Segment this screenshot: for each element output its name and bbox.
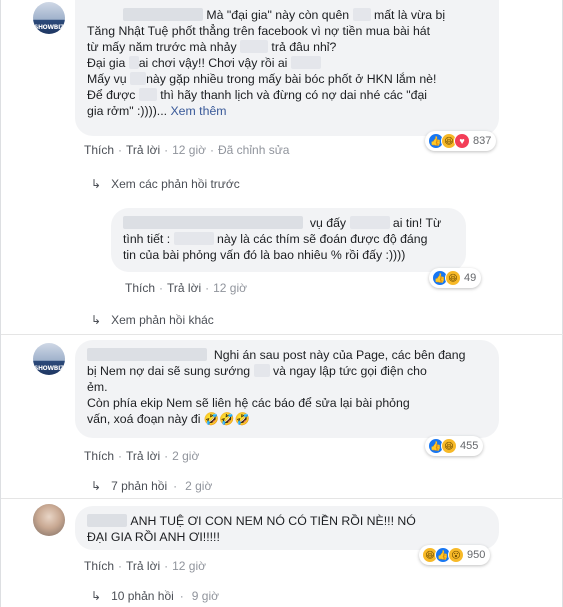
commenter-avatar[interactable]: SHOWBIZ	[33, 343, 65, 375]
comment-bubble: vụ đấy ai tin! Từ tình tiết : này là các…	[111, 208, 466, 272]
view-replies-10[interactable]: ↳ 10 phản hồi · 9 giờ	[91, 589, 219, 603]
reply-button[interactable]: Trả lời	[126, 143, 160, 157]
haha-icon: 😆	[445, 270, 461, 286]
blurred-commenter-name[interactable]	[123, 216, 303, 229]
timestamp[interactable]: 2 giờ	[172, 449, 199, 463]
comment-bubble: Nghi án sau post này của Page, các bên đ…	[75, 340, 499, 438]
view-replies-7[interactable]: ↳ 7 phản hồi · 2 giờ	[91, 479, 212, 493]
reply-arrow-icon: ↳	[91, 479, 102, 493]
reply-arrow-icon: ↳	[91, 589, 102, 603]
divider	[1, 334, 563, 335]
edited-label[interactable]: Đã chỉnh sửa	[218, 143, 289, 157]
timestamp[interactable]: 12 giờ	[213, 281, 247, 295]
like-button[interactable]: Thích	[84, 449, 114, 463]
commenter-avatar[interactable]	[33, 504, 65, 536]
divider	[1, 498, 563, 499]
reply-arrow-icon: ↳	[91, 313, 102, 327]
comment-bubble: Mà "đại gia" này còn quên mất là vừa bị …	[75, 0, 499, 136]
comment-actions: Thích · Trả lời · 12 giờ	[125, 281, 247, 295]
reaction-summary[interactable]: 👍 😆 455	[425, 436, 484, 456]
reaction-count: 455	[460, 440, 479, 452]
haha-icon: 😆	[441, 438, 457, 454]
comment-actions: Thích · Trả lời · 12 giờ	[84, 559, 206, 573]
timestamp[interactable]: 12 giờ	[172, 143, 206, 157]
blurred-commenter-name[interactable]	[87, 348, 207, 361]
love-icon: ♥	[454, 133, 470, 149]
reply-button[interactable]: Trả lời	[167, 281, 201, 295]
like-button[interactable]: Thích	[84, 143, 114, 157]
comment-actions: Thích · Trả lời · 12 giờ · Đã chỉnh sửa	[84, 143, 290, 157]
commenter-avatar[interactable]: SHOWBIZ	[33, 2, 65, 34]
comments-panel: SHOWBIZ Mà "đại gia" này còn quên mất là…	[0, 0, 563, 607]
reply-button[interactable]: Trả lời	[126, 449, 160, 463]
timestamp[interactable]: 12 giờ	[172, 559, 206, 573]
like-button[interactable]: Thích	[84, 559, 114, 573]
view-previous-replies[interactable]: ↳ Xem các phản hồi trước	[91, 177, 240, 191]
see-more-link[interactable]: Xem thêm	[170, 104, 226, 118]
comment-bubble: ANH TUỆ ƠI CON NEM NÓ CÓ TIỀN RỒI NÈ!!! …	[75, 506, 499, 550]
reaction-summary[interactable]: 👍 😆 ♥ 837	[425, 131, 497, 151]
like-button[interactable]: Thích	[125, 281, 155, 295]
comment-actions: Thích · Trả lời · 2 giờ	[84, 449, 200, 463]
reply-arrow-icon: ↳	[91, 177, 102, 191]
reply-button[interactable]: Trả lời	[126, 559, 160, 573]
reaction-summary[interactable]: 👍 😆 49	[429, 268, 482, 288]
reaction-count: 950	[467, 549, 486, 561]
reaction-count: 49	[464, 272, 477, 284]
blurred-commenter-name[interactable]	[87, 514, 127, 527]
wow-icon: 😮	[448, 547, 464, 563]
view-other-replies[interactable]: ↳ Xem phản hồi khác	[91, 313, 214, 327]
blurred-commenter-name[interactable]	[123, 8, 203, 21]
reaction-count: 837	[473, 135, 492, 147]
reaction-summary[interactable]: 😆 👍 😮 950	[419, 545, 491, 565]
